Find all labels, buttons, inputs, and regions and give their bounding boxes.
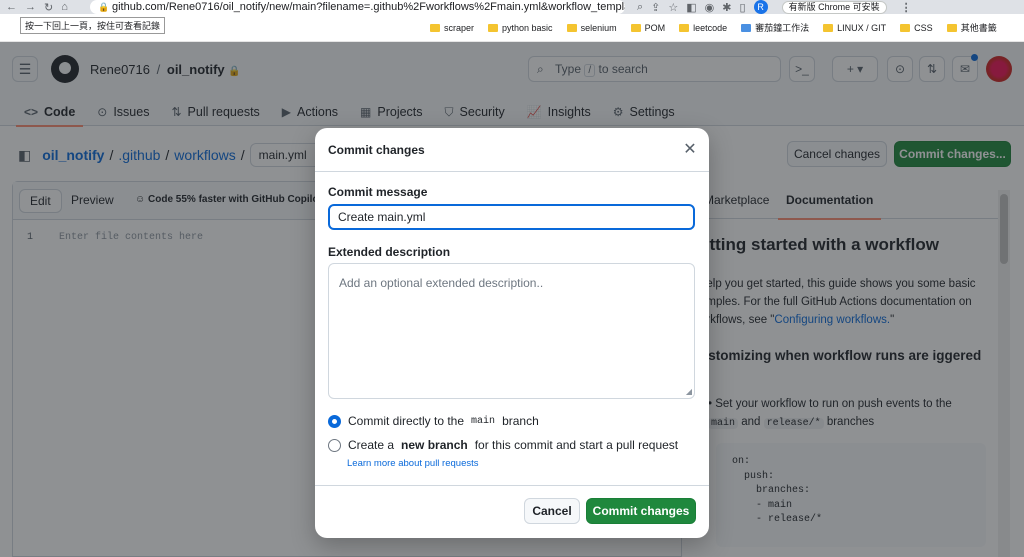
browser-toolbar: ← → ↻ ⌂ 🔒 github.com/Rene0716/oil_notify…	[0, 0, 1024, 14]
resize-grip-icon[interactable]: ◢	[686, 387, 692, 396]
back-icon[interactable]: ←	[6, 1, 17, 14]
bookmark-item[interactable]: LINUX / GIT	[823, 23, 886, 33]
commit-message-input[interactable]: Create main.yml	[328, 204, 695, 230]
site-icon	[741, 23, 752, 32]
folder-icon	[679, 23, 690, 32]
commit-dialog: Commit changes ✕ Commit message Create m…	[315, 128, 709, 538]
folder-icon	[630, 23, 641, 32]
lock-icon: 🔒	[98, 2, 110, 12]
dialog-cancel-button[interactable]: Cancel	[524, 498, 580, 524]
home-icon[interactable]: ⌂	[61, 1, 68, 14]
folder-icon	[566, 23, 577, 32]
folder-icon	[900, 23, 911, 32]
extended-description-label: Extended description	[328, 245, 451, 259]
extension-icon[interactable]: ◉	[705, 1, 715, 14]
browser-nav: ← → ↻ ⌂	[0, 1, 90, 14]
commit-message-label: Commit message	[328, 185, 428, 199]
extended-description-textarea[interactable]: Add an optional extended description.. ◢	[328, 263, 695, 399]
new-branch-option[interactable]: Create a new branch for this commit and …	[328, 438, 678, 452]
close-icon[interactable]: ✕	[680, 140, 700, 160]
bookmark-item[interactable]: python basic	[488, 23, 553, 33]
address-bar[interactable]: 🔒 github.com/Rene0716/oil_notify/new/mai…	[90, 0, 625, 14]
puzzle-icon[interactable]: ✱	[722, 1, 731, 14]
sidebar-icon[interactable]: ▯	[740, 1, 746, 14]
extension-icon[interactable]: ◧	[686, 1, 696, 14]
radio-checked[interactable]	[328, 414, 341, 428]
bookmark-item[interactable]: CSS	[900, 23, 933, 33]
bookmark-item[interactable]: leetcode	[679, 23, 727, 33]
dialog-commit-button[interactable]: Commit changes	[586, 498, 696, 524]
bookmark-item[interactable]: selenium	[566, 23, 617, 33]
dialog-header: Commit changes ✕	[315, 128, 709, 172]
url-text: github.com/Rene0716/oil_notify/new/main?…	[112, 1, 625, 13]
reload-icon[interactable]: ↻	[44, 1, 53, 14]
commit-directly-option[interactable]: Commit directly to the main branch	[328, 414, 539, 428]
forward-icon[interactable]: →	[25, 1, 36, 14]
dialog-title: Commit changes	[328, 143, 425, 157]
back-tooltip: 按一下回上一頁，按住可查看記錄	[20, 17, 166, 34]
folder-icon	[488, 23, 499, 32]
folder-icon	[946, 23, 957, 32]
folder-icon	[430, 23, 440, 32]
dialog-footer: Cancel Commit changes	[315, 485, 709, 538]
star-icon[interactable]: ☆	[668, 1, 678, 14]
bookmark-other[interactable]: 其他書籤	[946, 21, 997, 34]
learn-more-link[interactable]: Learn more about pull requests	[347, 458, 479, 469]
bookmark-item[interactable]: 審茄鐘工作法	[741, 21, 809, 34]
update-chrome-button[interactable]: 有新版 Chrome 可安裝	[781, 0, 887, 14]
radio-unchecked[interactable]	[328, 438, 341, 452]
bookmark-item[interactable]: scraper	[430, 23, 474, 33]
bookmark-item[interactable]: POM	[630, 23, 665, 33]
menu-icon[interactable]: ⋮	[901, 1, 912, 14]
share-icon[interactable]: ⇪	[651, 1, 660, 14]
browser-actions: ⌕ ⇪ ☆ ◧ ◉ ✱ ▯ R 有新版 Chrome 可安裝 ⋮	[637, 0, 912, 14]
folder-icon	[823, 23, 834, 32]
profile-avatar[interactable]: R	[753, 0, 768, 14]
zoom-icon[interactable]: ⌕	[637, 1, 643, 14]
